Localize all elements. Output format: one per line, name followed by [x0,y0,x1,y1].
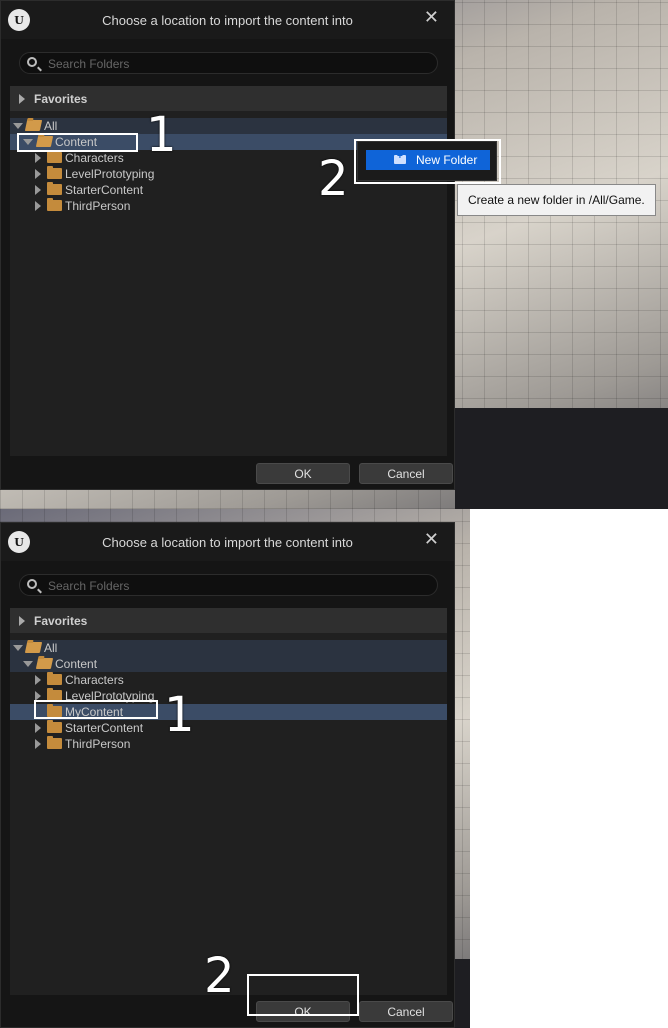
folder-icon [47,720,62,733]
tree-item-label: ThirdPerson [65,737,131,751]
step-number-1: 1 [146,107,177,163]
highlight-box-new-folder [354,139,501,184]
favorites-label: Favorites [34,614,88,628]
blank-area [470,509,668,1028]
collapsed-arrow-icon [35,153,41,163]
folder-icon [24,120,43,131]
collapsed-arrow-icon [35,675,41,685]
tree-item-label: StarterContent [65,183,144,197]
folder-icon [24,642,43,653]
collapsed-arrow-icon [35,739,41,749]
favorites-section[interactable]: Favorites [10,86,447,111]
bottom-screenshot: U Choose a location to import the conten… [0,509,470,1028]
viewport-dark-region [455,959,470,1028]
dialog-title: Choose a location to import the content … [102,535,353,550]
folder-icon [35,658,54,669]
ok-button[interactable]: OK [256,463,350,484]
folder-icon [47,198,62,211]
tree-item-all[interactable]: All [10,640,447,656]
folder-icon [47,736,62,749]
expanded-arrow-icon [13,123,23,129]
folder-tree: Favorites All Content Characters LevelPr… [10,608,447,998]
button-bar: OK Cancel [1,457,454,489]
favorites-label: Favorites [34,92,88,106]
tree-item-label: LevelPrototyping [65,167,155,181]
highlight-box-ok [247,974,359,1016]
cancel-button[interactable]: Cancel [359,1001,453,1022]
step-number-2: 2 [204,948,235,1004]
expanded-arrow-icon [13,645,23,651]
search-icon [27,57,37,67]
folder-icon [47,150,62,163]
tree-item-startercontent[interactable]: StarterContent [10,720,447,736]
folder-icon [47,182,62,195]
new-folder-tooltip: Create a new folder in /All/Game. [457,184,656,216]
tree-item-thirdperson[interactable]: ThirdPerson [10,198,447,214]
step-number-2: 2 [318,151,349,207]
tree-item-label: Content [55,657,98,671]
tree-item-label: StarterContent [65,721,144,735]
close-icon[interactable]: ✕ [424,7,439,28]
highlight-box-content [17,133,138,152]
folder-icon [47,166,62,179]
title-bar: U Choose a location to import the conten… [1,1,454,39]
tree-item-all[interactable]: All [10,118,447,134]
tree-item-label: Characters [65,673,124,687]
tree-item-content[interactable]: Content [10,656,447,672]
search-icon [27,579,37,589]
tree-item-label: Characters [65,151,124,165]
expanded-arrow-icon [23,661,33,667]
viewport-dark-region [455,408,668,509]
favorites-section[interactable]: Favorites [10,608,447,633]
search-input[interactable] [46,55,430,73]
import-location-dialog: U Choose a location to import the conten… [0,0,455,490]
cancel-button[interactable]: Cancel [359,463,453,484]
folder-icon [47,672,62,685]
dialog-title: Choose a location to import the content … [102,13,353,28]
step-number-1: 1 [164,687,195,743]
collapsed-arrow-icon [35,185,41,195]
top-screenshot: U Choose a location to import the conten… [0,0,668,509]
highlight-box-mycontent [34,700,158,719]
tree-item-label: All [44,119,58,133]
collapsed-arrow-icon [35,723,41,733]
chevron-right-icon [19,616,25,626]
tree-item-label: All [44,641,58,655]
close-icon[interactable]: ✕ [424,529,439,550]
collapsed-arrow-icon [35,201,41,211]
search-folders-field[interactable] [19,52,438,74]
search-input[interactable] [46,577,430,595]
title-bar: U Choose a location to import the conten… [1,523,454,561]
search-folders-field[interactable] [19,574,438,596]
tree-item-startercontent[interactable]: StarterContent [10,182,447,198]
chevron-right-icon [19,94,25,104]
tree-item-characters[interactable]: Characters [10,672,447,688]
collapsed-arrow-icon [35,169,41,179]
tree-item-label: ThirdPerson [65,199,131,213]
tree-item-thirdperson[interactable]: ThirdPerson [10,736,447,752]
